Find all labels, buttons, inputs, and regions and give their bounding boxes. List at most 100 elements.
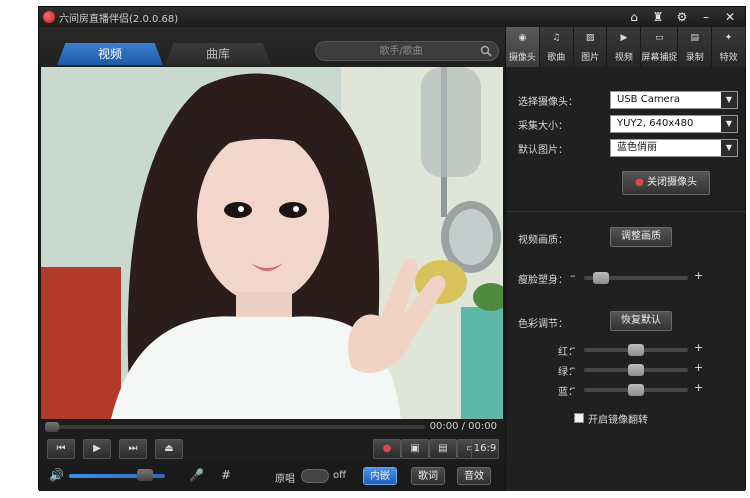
- video-camera-icon: ▶: [620, 33, 628, 43]
- color-adjust-label: 色彩调节：: [518, 319, 568, 330]
- shirt-icon[interactable]: ♜: [649, 9, 667, 25]
- slim-face-thumb[interactable]: [593, 272, 609, 284]
- green-slider-thumb[interactable]: [628, 364, 644, 376]
- picture-icon: ▨: [585, 33, 595, 43]
- snapshot-icon: ▣: [410, 443, 420, 454]
- chevron-down-icon[interactable]: ▼: [721, 92, 737, 108]
- search-input[interactable]: [326, 44, 476, 59]
- app-logo-icon: [43, 11, 55, 23]
- hash-button[interactable]: #: [221, 468, 231, 482]
- capture-size-label: 采集大小：: [518, 121, 568, 132]
- slim-face-label: 瘦脸塑身：: [518, 275, 568, 286]
- tab-pictures[interactable]: ▨ 图片: [574, 27, 608, 67]
- blue-slider-thumb[interactable]: [628, 384, 644, 396]
- record-icon: ▤: [690, 33, 699, 43]
- music-note-icon: ♫: [552, 33, 561, 43]
- camera-select[interactable]: USB Camera ▼: [610, 91, 738, 109]
- red-slider[interactable]: [584, 344, 688, 356]
- chevron-down-icon[interactable]: ▼: [721, 116, 737, 132]
- gear-icon[interactable]: ⚙: [673, 9, 691, 25]
- lyrics-button[interactable]: 歌词: [411, 467, 445, 485]
- prev-button[interactable]: ⏮: [47, 439, 75, 459]
- monitor-icon: ▭: [655, 33, 664, 43]
- time-display: 00:00 / 00:00: [429, 421, 497, 432]
- left-pane: 视频 曲库 歌手/歌曲 00:00 / 00:00 ⏮ ▶ ⏭ ⏏ ● ▣ ▤ …: [39, 27, 505, 491]
- slim-face-slider[interactable]: [584, 272, 688, 284]
- camera-settings-panel: 选择摄像头： USB Camera ▼ 采集大小： YUY2, 640x480 …: [506, 67, 746, 491]
- search-icon[interactable]: [480, 45, 492, 57]
- nav-bar: 视频 曲库: [39, 27, 505, 67]
- camera-toggle-button[interactable]: ●: [373, 439, 401, 459]
- chevron-down-icon[interactable]: ▼: [721, 140, 737, 156]
- tab-record[interactable]: ▤ 录制: [678, 27, 713, 67]
- default-picture-label: 默认图片：: [518, 145, 568, 156]
- window-title: 六间房直播伴侣(2.0.0.68): [59, 14, 179, 25]
- capture-size-select[interactable]: YUY2, 640x480 ▼: [610, 115, 738, 133]
- minimize-icon[interactable]: –: [697, 9, 715, 25]
- snapshot-button[interactable]: ▣: [401, 439, 429, 459]
- microphone-icon[interactable]: 🎤: [189, 468, 204, 482]
- tab-effects[interactable]: ✦ 特效: [712, 27, 746, 67]
- close-camera-button[interactable]: ● 关闭摄像头: [622, 171, 710, 195]
- next-icon: ⏭: [128, 443, 138, 454]
- tab-webcam[interactable]: ◉ 摄像头: [506, 27, 540, 67]
- blue-minus-button[interactable]: –: [570, 381, 576, 394]
- blue-slider[interactable]: [584, 384, 688, 396]
- tab-videos[interactable]: ▶ 视频: [607, 27, 642, 67]
- red-plus-button[interactable]: +: [694, 341, 703, 354]
- film-icon: ▤: [438, 443, 448, 454]
- close-icon[interactable]: ✕: [721, 9, 739, 25]
- select-camera-label: 选择摄像头：: [518, 97, 578, 108]
- default-picture-select[interactable]: 蓝色俏丽 ▼: [610, 139, 738, 157]
- camera-off-icon: ●: [635, 177, 644, 188]
- search-box[interactable]: [315, 41, 499, 61]
- film-button[interactable]: ▤: [429, 439, 457, 459]
- app-window: 六间房直播伴侣(2.0.0.68) ⌂ ♜ ⚙ – ✕ 视频 曲库 歌手/歌曲 …: [38, 6, 746, 491]
- red-minus-button[interactable]: –: [570, 341, 576, 354]
- tab-song-library[interactable]: 曲库: [165, 43, 271, 65]
- eject-button[interactable]: ⏏: [155, 439, 183, 459]
- volume-knob[interactable]: [137, 469, 153, 481]
- title-bar: 六间房直播伴侣(2.0.0.68) ⌂ ♜ ⚙ – ✕: [39, 7, 745, 27]
- green-minus-button[interactable]: –: [570, 361, 576, 374]
- sound-effect-button[interactable]: 音效: [457, 467, 491, 485]
- original-vocal-label: 原唱: [275, 474, 295, 485]
- play-icon: ▶: [93, 443, 101, 454]
- home-icon[interactable]: ⌂: [625, 9, 643, 25]
- tab-video[interactable]: 视频: [57, 43, 163, 65]
- source-tabs: ◉ 摄像头 ♫ 歌曲 ▨ 图片 ▶ 视频 ▭ 屏幕捕捉 ▤ 录制 ✦ 特效: [506, 27, 746, 67]
- player-controls: ⏮ ▶ ⏭ ⏏ ● ▣ ▤ ▭ 16:9: [39, 435, 505, 461]
- embed-button[interactable]: 内嵌: [363, 467, 397, 485]
- blue-plus-button[interactable]: +: [694, 381, 703, 394]
- webcam-icon: ◉: [518, 33, 527, 43]
- eject-icon: ⏏: [164, 443, 174, 454]
- tab-songs[interactable]: ♫ 歌曲: [540, 27, 574, 67]
- video-quality-label: 视频画质：: [518, 235, 568, 246]
- seek-knob[interactable]: [45, 422, 59, 432]
- magic-wand-icon: ✦: [724, 33, 733, 43]
- seek-bar[interactable]: [45, 425, 425, 429]
- adjust-quality-button[interactable]: 调整画质: [610, 227, 672, 247]
- divider: [506, 211, 746, 212]
- red-slider-thumb[interactable]: [628, 344, 644, 356]
- webcam-feed-image: [41, 67, 503, 419]
- mirror-checkbox[interactable]: [574, 413, 584, 423]
- play-button[interactable]: ▶: [83, 439, 111, 459]
- slim-minus-button[interactable]: –: [570, 269, 576, 282]
- speaker-icon[interactable]: 🔊: [49, 468, 64, 482]
- switch-state-label: off: [333, 470, 347, 481]
- mirror-label: 开启镜像翻转: [588, 415, 648, 426]
- progress-row: 00:00 / 00:00: [39, 419, 505, 435]
- slim-plus-button[interactable]: +: [694, 269, 703, 282]
- tab-screen-capture[interactable]: ▭ 屏幕捕捉: [641, 27, 679, 67]
- reset-default-button[interactable]: 恢复默认: [610, 311, 672, 331]
- aspect-ratio-button[interactable]: 16:9: [471, 439, 499, 459]
- next-button[interactable]: ⏭: [119, 439, 147, 459]
- prev-icon: ⏮: [56, 443, 66, 454]
- original-vocal-switch[interactable]: [301, 469, 329, 483]
- green-slider[interactable]: [584, 364, 688, 376]
- camera-red-icon: ●: [382, 443, 392, 454]
- green-plus-button[interactable]: +: [694, 361, 703, 374]
- video-preview: [41, 67, 503, 419]
- bottom-toolbar: 🔊 🎤 # 原唱 off 内嵌 歌词 音效: [39, 461, 505, 491]
